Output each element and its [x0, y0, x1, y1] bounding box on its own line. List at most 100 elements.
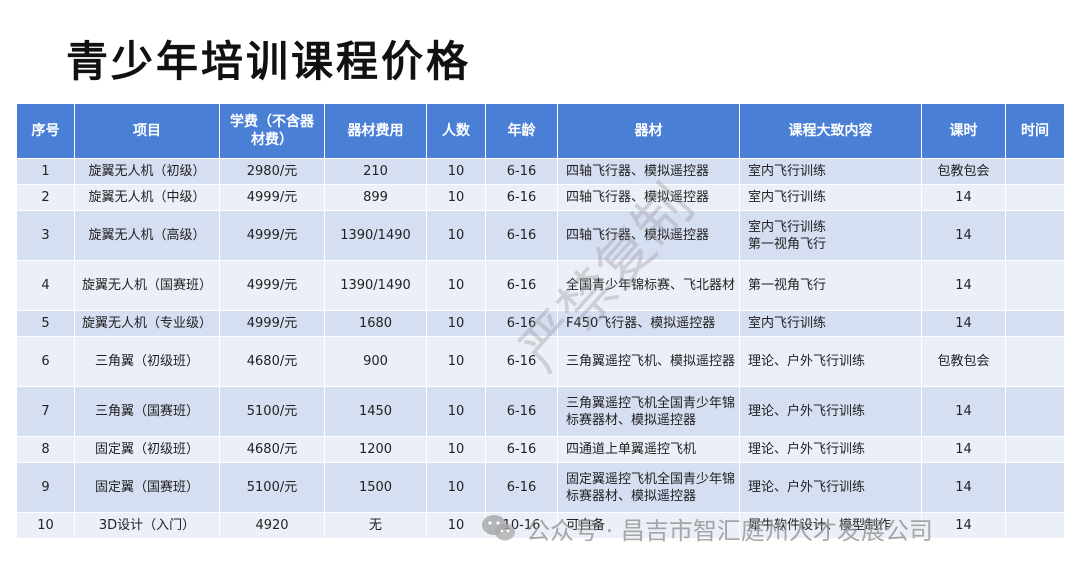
cell-people: 10: [426, 386, 486, 437]
cell-equip-fee: 1390/1490: [324, 210, 427, 261]
cell-no: 8: [16, 436, 75, 463]
cell-equipment: 固定翼遥控飞机全国青少年锦标赛器材、模拟遥控器: [557, 462, 740, 513]
cell-fee: 4920: [219, 512, 325, 539]
table-row: 3 旋翼无人机（高级） 4999/元 1390/1490 10 6-16 四轴飞行器、模拟遥…: [16, 210, 1065, 261]
cell-content: 犀牛软件设计、模型制作: [739, 512, 922, 539]
col-header-hours: 课时: [921, 103, 1006, 159]
header-row: 序号 项目 学费（不含器材费） 器材费用 人数 年龄 器材 课程大致内容 课时 …: [16, 103, 1065, 159]
cell-equipment: 三角翼遥控飞机、模拟遥控器: [557, 336, 740, 387]
cell-no: 6: [16, 336, 75, 387]
cell-age: 6-16: [485, 436, 558, 463]
cell-content: 室内飞行训练: [739, 310, 922, 337]
cell-time: [1005, 158, 1065, 185]
cell-time: [1005, 310, 1065, 337]
cell-people: 10: [426, 184, 486, 211]
cell-time: [1005, 260, 1065, 311]
cell-no: 1: [16, 158, 75, 185]
cell-time: [1005, 436, 1065, 463]
cell-item: 三角翼（国赛班）: [74, 386, 220, 437]
cell-people: 10: [426, 260, 486, 311]
cell-content: 室内飞行训练: [739, 184, 922, 211]
cell-equip-fee: 210: [324, 158, 427, 185]
cell-item: 固定翼（国赛班）: [74, 462, 220, 513]
cell-hours: 包教包会: [921, 158, 1006, 185]
col-header-no: 序号: [16, 103, 75, 159]
cell-time: [1005, 462, 1065, 513]
cell-no: 5: [16, 310, 75, 337]
cell-fee: 5100/元: [219, 462, 325, 513]
cell-equip-fee: 1450: [324, 386, 427, 437]
cell-people: 10: [426, 158, 486, 185]
table-row: 4 旋翼无人机（国赛班） 4999/元 1390/1490 10 6-16 全国青少年锦标赛…: [16, 260, 1065, 311]
cell-no: 7: [16, 386, 75, 437]
cell-equipment: 四通道上单翼遥控飞机: [557, 436, 740, 463]
cell-equip-fee: 1680: [324, 310, 427, 337]
cell-age: 6-16: [485, 462, 558, 513]
cell-no: 2: [16, 184, 75, 211]
cell-fee: 5100/元: [219, 386, 325, 437]
cell-fee: 2980/元: [219, 158, 325, 185]
cell-equipment: 四轴飞行器、模拟遥控器: [557, 184, 740, 211]
cell-equip-fee: 900: [324, 336, 427, 387]
col-header-content: 课程大致内容: [739, 103, 922, 159]
price-table: 序号 项目 学费（不含器材费） 器材费用 人数 年龄 器材 课程大致内容 课时 …: [16, 103, 1065, 539]
col-header-equip-fee: 器材费用: [324, 103, 427, 159]
col-header-item: 项目: [74, 103, 220, 159]
cell-content: 理论、户外飞行训练: [739, 386, 922, 437]
cell-people: 10: [426, 310, 486, 337]
cell-hours: 包教包会: [921, 336, 1006, 387]
table-row: 5 旋翼无人机（专业级） 4999/元 1680 10 6-16 F450飞行器、模拟遥控器…: [16, 310, 1065, 337]
cell-time: [1005, 210, 1065, 261]
cell-item: 固定翼（初级班）: [74, 436, 220, 463]
cell-people: 10: [426, 336, 486, 387]
cell-no: 10: [16, 512, 75, 539]
table-row: 6 三角翼（初级班） 4680/元 900 10 6-16 三角翼遥控飞机、模拟遥控器 理论、…: [16, 336, 1065, 387]
cell-age: 6-16: [485, 310, 558, 337]
cell-equipment: 四轴飞行器、模拟遥控器: [557, 210, 740, 261]
cell-fee: 4999/元: [219, 184, 325, 211]
cell-age: 6-16: [485, 210, 558, 261]
cell-equip-fee: 1390/1490: [324, 260, 427, 311]
cell-people: 10: [426, 436, 486, 463]
table-row: 7 三角翼（国赛班） 5100/元 1450 10 6-16 三角翼遥控飞机全国青少年锦标赛…: [16, 386, 1065, 437]
col-header-age: 年龄: [485, 103, 558, 159]
cell-equipment: 可自备: [557, 512, 740, 539]
cell-hours: 14: [921, 184, 1006, 211]
cell-item: 旋翼无人机（国赛班）: [74, 260, 220, 311]
table-row: 1 旋翼无人机（初级） 2980/元 210 10 6-16 四轴飞行器、模拟遥控器 室内飞行…: [16, 158, 1065, 185]
cell-hours: 14: [921, 386, 1006, 437]
table-body: 1 旋翼无人机（初级） 2980/元 210 10 6-16 四轴飞行器、模拟遥控器 室内飞行…: [16, 158, 1065, 539]
cell-fee: 4680/元: [219, 336, 325, 387]
cell-hours: 14: [921, 436, 1006, 463]
cell-equip-fee: 1200: [324, 436, 427, 463]
cell-content: 理论、户外飞行训练: [739, 336, 922, 387]
cell-age: 6-16: [485, 184, 558, 211]
cell-equip-fee: 1500: [324, 462, 427, 513]
col-header-people: 人数: [426, 103, 486, 159]
cell-content: 理论、户外飞行训练: [739, 462, 922, 513]
cell-hours: 14: [921, 260, 1006, 311]
cell-time: [1005, 512, 1065, 539]
table-row: 8 固定翼（初级班） 4680/元 1200 10 6-16 四通道上单翼遥控飞机 理论、户外…: [16, 436, 1065, 463]
cell-no: 4: [16, 260, 75, 311]
table-row: 10 3D设计（入门） 4920 无 10 10-16 可自备 犀牛软件设计、模型制作 14: [16, 512, 1065, 539]
table-row: 9 固定翼（国赛班） 5100/元 1500 10 6-16 固定翼遥控飞机全国青少年锦标赛…: [16, 462, 1065, 513]
cell-item: 旋翼无人机（中级）: [74, 184, 220, 211]
cell-equip-fee: 899: [324, 184, 427, 211]
cell-item: 3D设计（入门）: [74, 512, 220, 539]
cell-age: 6-16: [485, 158, 558, 185]
col-header-time: 时间: [1005, 103, 1065, 159]
cell-item: 三角翼（初级班）: [74, 336, 220, 387]
cell-equip-fee: 无: [324, 512, 427, 539]
cell-content: 室内飞行训练 第一视角飞行: [739, 210, 922, 261]
cell-people: 10: [426, 210, 486, 261]
cell-people: 10: [426, 512, 486, 539]
cell-content: 第一视角飞行: [739, 260, 922, 311]
cell-item: 旋翼无人机（高级）: [74, 210, 220, 261]
cell-age: 6-16: [485, 260, 558, 311]
cell-people: 10: [426, 462, 486, 513]
cell-content: 理论、户外飞行训练: [739, 436, 922, 463]
cell-item: 旋翼无人机（专业级）: [74, 310, 220, 337]
cell-equipment: F450飞行器、模拟遥控器: [557, 310, 740, 337]
cell-time: [1005, 184, 1065, 211]
